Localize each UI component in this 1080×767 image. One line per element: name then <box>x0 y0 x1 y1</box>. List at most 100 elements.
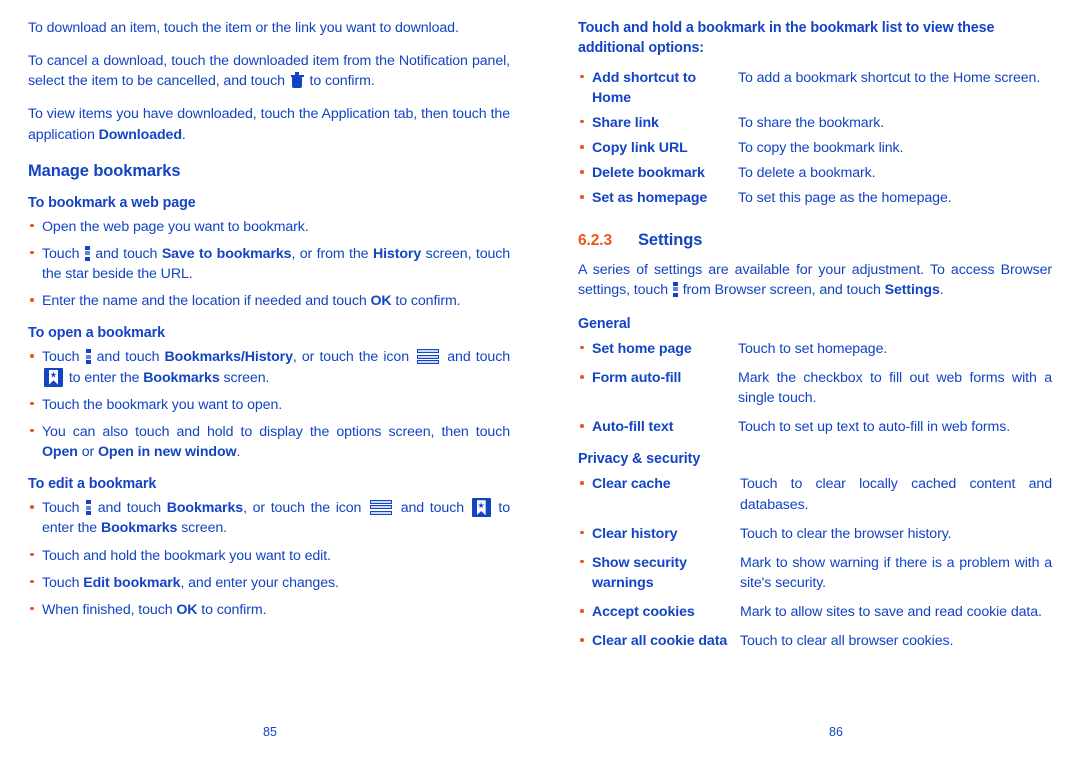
list-to-edit-a-bookmark: Touch and touch Bookmarks , or touch the … <box>28 498 510 620</box>
setting-term: Auto-fill text <box>578 417 738 437</box>
option-term: Copy link URL <box>578 138 738 158</box>
option-description: To share the bookmark. <box>738 114 885 131</box>
tabs-stack-icon <box>417 349 440 364</box>
setting-term: Form auto-fill <box>578 368 738 388</box>
list-item: Accept cookies Mark to allow sites to sa… <box>578 602 1052 622</box>
option-description: To delete a bookmark. <box>738 165 876 182</box>
paragraph-text-tail: . <box>939 281 944 298</box>
list-item-text: , and enter your changes. <box>180 574 339 591</box>
list-bookmark-options: Add shortcut to Home To add a bookmark s… <box>578 68 1052 209</box>
paragraph-cancel-download: To cancel a download, touch the download… <box>28 51 510 91</box>
list-item-text: You can also touch and hold to display t… <box>42 423 510 440</box>
setting-term: Accept cookies <box>578 602 740 622</box>
menu-dots-icon <box>86 500 92 516</box>
list-item-text: Enter the name and the location if neede… <box>42 293 367 310</box>
list-item-text: Touch the bookmark you want to open. <box>42 396 283 413</box>
section-number: 6.2.3 <box>578 231 612 249</box>
list-item: Set home page Touch to set homepage. <box>578 339 1052 359</box>
subheading-to-edit-a-bookmark: To edit a bookmark <box>28 476 157 493</box>
paragraph-text: To download an item, touch the item or t… <box>28 20 459 36</box>
bookmark-star-icon <box>471 498 491 518</box>
option-term: Delete bookmark <box>578 163 738 183</box>
list-item: Share link To share the bookmark. <box>578 113 1052 133</box>
bold-bookmarks-2: Bookmarks <box>100 520 178 537</box>
heading-bookmark-options: Touch and hold a bookmark in the bookmar… <box>578 20 995 57</box>
list-item: Enter the name and the location if neede… <box>28 291 510 311</box>
setting-term: Clear all cookie data <box>578 631 740 651</box>
list-item: Copy link URL To copy the bookmark link. <box>578 138 1052 158</box>
paragraph-text-tail: to confirm. <box>309 73 375 90</box>
list-item-text: screen. <box>181 520 228 537</box>
bold-ok: OK <box>370 293 392 310</box>
list-to-bookmark-a-web-page: Open the web page you want to bookmark. … <box>28 217 510 312</box>
page-right: Touch and hold a bookmark in the bookmar… <box>540 0 1080 767</box>
list-item-text: , or touch the icon <box>292 349 409 366</box>
list-item-text: Touch <box>42 349 80 366</box>
setting-description: Mark to show warning if there is a probl… <box>740 554 1052 592</box>
list-item-text: and touch <box>97 500 161 517</box>
list-item: When finished, touch OK to confirm. <box>28 600 510 620</box>
list-item: Open the web page you want to bookmark. <box>28 217 510 237</box>
bold-edit-bookmark: Edit bookmark <box>83 574 181 591</box>
list-item: Add shortcut to Home To add a bookmark s… <box>578 68 1052 108</box>
menu-dots-icon <box>84 245 90 261</box>
bold-bookmarks: Bookmarks <box>143 369 220 386</box>
page-left: To download an item, touch the item or t… <box>0 0 540 767</box>
list-item-text: and touch <box>400 500 464 517</box>
option-term: Add shortcut to Home <box>578 68 738 108</box>
list-item-text: to confirm. <box>201 601 267 618</box>
setting-term: Set home page <box>578 339 738 359</box>
option-description: To add a bookmark shortcut to the Home s… <box>738 69 1041 86</box>
list-item: Touch and touch Save to bookmarks, or fr… <box>28 244 510 284</box>
list-item: Clear cache Touch to clear locally cache… <box>578 474 1052 514</box>
list-item-text: and touch <box>96 349 160 366</box>
list-item-text: to enter the <box>68 369 140 386</box>
list-item: Form auto-fill Mark the checkbox to fill… <box>578 368 1052 408</box>
list-item-text: , or touch the icon <box>243 500 362 517</box>
bold-history: History <box>372 245 422 262</box>
option-description: To copy the bookmark link. <box>738 140 904 157</box>
paragraph-text: To cancel a download, touch the download… <box>28 53 510 90</box>
paragraph-text: from Browser screen, and touch <box>682 281 881 298</box>
setting-description: Touch to clear all browser cookies. <box>740 633 954 650</box>
list-item: Touch and touch Bookmarks/History, or to… <box>28 347 510 387</box>
list-item: Clear all cookie data Touch to clear all… <box>578 631 1052 651</box>
bookmark-star-icon <box>44 367 63 387</box>
list-general-settings: Set home page Touch to set homepage. For… <box>578 339 1052 438</box>
bold-ok: OK <box>176 601 198 618</box>
list-item: You can also touch and hold to display t… <box>28 422 510 462</box>
trash-icon <box>290 72 304 89</box>
list-item-text: to confirm. <box>395 293 461 310</box>
list-item-text: and touch <box>95 245 158 262</box>
setting-description: Touch to clear the browser history. <box>740 525 952 542</box>
bold-open-in-new-window: Open in new window <box>97 444 237 461</box>
setting-term: Show security warnings <box>578 553 740 593</box>
list-item: Touch and hold the bookmark you want to … <box>28 546 510 566</box>
paragraph-download-item: To download an item, touch the item or t… <box>28 18 510 38</box>
list-item-text: Touch <box>42 574 80 591</box>
setting-description: Touch to clear locally cached content an… <box>740 476 1052 513</box>
setting-term: Clear cache <box>578 474 740 494</box>
list-item-text: . <box>236 444 241 461</box>
manual-page-spread: To download an item, touch the item or t… <box>0 0 1080 767</box>
setting-description: Mark to allow sites to save and read coo… <box>740 604 1042 621</box>
list-item: Delete bookmark To delete a bookmark. <box>578 163 1052 183</box>
list-item-text: and touch <box>447 349 510 366</box>
list-item-text: Touch <box>42 245 80 262</box>
list-item-text: Touch and hold the bookmark you want to … <box>42 547 331 564</box>
setting-term: Clear history <box>578 524 740 544</box>
list-privacy-settings: Clear cache Touch to clear locally cache… <box>578 474 1052 651</box>
option-term: Set as homepage <box>578 188 738 208</box>
group-heading-privacy-security: Privacy & security <box>578 451 701 468</box>
list-item-text: Open the web page you want to bookmark. <box>42 218 309 235</box>
list-to-open-a-bookmark: Touch and touch Bookmarks/History, or to… <box>28 347 510 462</box>
bold-bookmarks-history: Bookmarks/History <box>164 349 294 366</box>
bold-downloaded: Downloaded <box>98 126 182 143</box>
setting-description: Mark the checkbox to fill out web forms … <box>738 370 1052 407</box>
list-item: Set as homepage To set this page as the … <box>578 188 1052 208</box>
setting-description: Touch to set homepage. <box>738 340 888 357</box>
bold-open: Open <box>42 444 78 461</box>
list-item-text: screen. <box>223 369 270 386</box>
paragraph-settings-intro: A series of settings are available for y… <box>578 260 1052 300</box>
page-number-left: 85 <box>263 725 277 739</box>
